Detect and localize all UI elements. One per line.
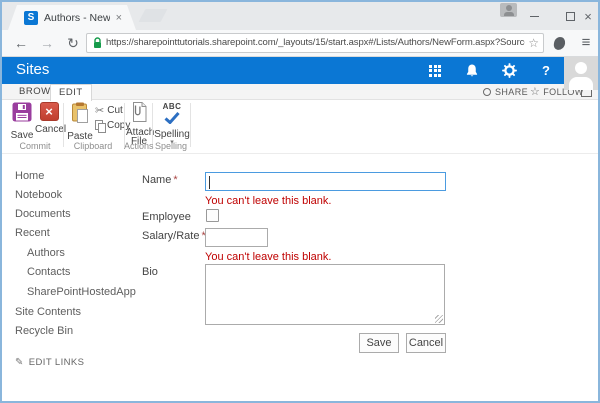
- spelling-check-icon: [164, 112, 180, 124]
- sidebar-item-recent[interactable]: Recent: [15, 227, 50, 239]
- suite-bar: Sites: [2, 57, 598, 84]
- minimize-button[interactable]: [519, 2, 549, 30]
- url-input[interactable]: https://sharepointtutorials.sharepoint.c…: [86, 33, 544, 53]
- forward-button[interactable]: →: [36, 33, 58, 53]
- edit-links-button[interactable]: ✎ EDIT LINKS: [15, 357, 84, 368]
- name-input[interactable]: [205, 172, 446, 191]
- notifications-button[interactable]: [456, 57, 488, 84]
- browser-tab[interactable]: S Authors - New Item ×: [8, 5, 136, 30]
- bio-textarea[interactable]: [205, 264, 445, 325]
- ribbon-paste-button[interactable]: Paste: [66, 102, 94, 142]
- copy-pages-icon: [95, 120, 104, 131]
- name-error-message: You can't leave this blank.: [205, 195, 331, 207]
- reload-button[interactable]: ↻: [62, 33, 84, 53]
- page-content: Home Notebook Documents Recent Authors C…: [2, 154, 598, 401]
- sidebar-item-site-contents[interactable]: Site Contents: [15, 306, 81, 318]
- follow-star-icon: ☆: [530, 87, 540, 97]
- employee-checkbox[interactable]: [206, 209, 219, 222]
- browser-titlebar: S Authors - New Item × ×: [2, 2, 598, 30]
- share-label: SHARE: [495, 84, 528, 100]
- cut-label: Cut: [107, 105, 123, 116]
- tab-edit[interactable]: EDIT: [50, 84, 92, 101]
- ribbon-save-button[interactable]: Save: [8, 102, 36, 141]
- group-divider: [190, 103, 191, 147]
- group-label-spelling: Spelling: [152, 141, 190, 151]
- browser-profile-button[interactable]: [500, 3, 517, 17]
- person-icon: [575, 62, 587, 74]
- salary-error-message: You can't leave this blank.: [205, 251, 331, 263]
- sidebar-item-sharepointhostedapp[interactable]: SharePointHostedApp: [27, 286, 136, 298]
- ribbon-spelling-button[interactable]: ABC Spelling ▾: [154, 102, 190, 146]
- browser-window: S Authors - New Item × × ← → ↻ https://s…: [0, 0, 600, 403]
- sidebar-item-contacts[interactable]: Contacts: [27, 266, 70, 278]
- ribbon-cut-button[interactable]: ✂ Cut: [95, 104, 123, 117]
- edit-links-label: EDIT LINKS: [29, 357, 85, 368]
- spelling-abc-icon: ABC: [154, 102, 190, 111]
- ribbon-cancel-button[interactable]: × Cancel: [35, 102, 63, 135]
- minimize-icon: [530, 16, 539, 17]
- ribbon-attach-file-button[interactable]: Attach File: [126, 102, 152, 146]
- salary-field-label: Salary/Rate*: [142, 230, 206, 242]
- sidebar-item-documents[interactable]: Documents: [15, 208, 71, 220]
- share-button[interactable]: SHARE: [483, 84, 528, 100]
- textarea-resize-handle[interactable]: [435, 315, 443, 323]
- ribbon: Save × Cancel Paste ✂ Cut Copy: [2, 100, 598, 154]
- new-tab-button[interactable]: [139, 9, 168, 22]
- group-label-commit: Commit: [8, 141, 62, 151]
- sidebar-item-notebook[interactable]: Notebook: [15, 189, 62, 201]
- bookmark-star-icon[interactable]: ☆: [528, 36, 539, 50]
- close-button[interactable]: ×: [573, 2, 600, 30]
- back-button[interactable]: ←: [10, 33, 32, 53]
- name-field-label: Name*: [142, 174, 178, 186]
- employee-field-label: Employee: [142, 211, 191, 223]
- app-grid-icon: [429, 65, 441, 77]
- gear-icon: [502, 63, 517, 78]
- required-marker: *: [173, 174, 177, 186]
- tab-title: Authors - New Item: [44, 12, 110, 24]
- sidebar-item-recycle-bin[interactable]: Recycle Bin: [15, 325, 73, 337]
- bell-icon: [465, 63, 479, 78]
- share-icon: [483, 88, 491, 96]
- browser-menu-button[interactable]: ≡: [577, 33, 595, 53]
- app-launcher-button[interactable]: [419, 57, 451, 84]
- url-text: https://sharepointtutorials.sharepoint.c…: [106, 34, 525, 52]
- reload-icon: ↻: [67, 35, 79, 51]
- extension-icon[interactable]: [553, 36, 566, 50]
- form-cancel-button[interactable]: Cancel: [406, 333, 446, 353]
- sidebar-item-authors[interactable]: Authors: [27, 247, 65, 259]
- attach-file-icon: [131, 102, 147, 122]
- save-floppy-icon: [12, 102, 32, 122]
- group-label-clipboard: Clipboard: [64, 141, 122, 151]
- cancel-label: Cancel: [35, 124, 63, 135]
- text-caret: [209, 176, 210, 189]
- group-label-actions: Actions: [124, 141, 152, 151]
- hamburger-icon: ≡: [582, 34, 591, 51]
- profile-person-icon: [504, 12, 514, 16]
- user-avatar[interactable]: [564, 57, 598, 90]
- help-icon: ?: [542, 63, 550, 78]
- pencil-icon: ✎: [15, 357, 24, 368]
- profile-person-icon: [506, 5, 512, 11]
- ribbon-tab-row: BROWSE EDIT SHARE ☆ FOLLOW: [2, 84, 598, 100]
- sidebar-item-home[interactable]: Home: [15, 170, 44, 182]
- paste-clipboard-icon: [71, 102, 89, 123]
- forward-icon: →: [40, 35, 54, 51]
- salary-input[interactable]: [205, 228, 268, 247]
- bio-field-label: Bio: [142, 266, 158, 278]
- settings-button[interactable]: [493, 57, 525, 84]
- back-icon: ←: [14, 35, 28, 51]
- browser-addressbar: ← → ↻ https://sharepointtutorials.sharep…: [2, 30, 598, 57]
- person-icon: [569, 77, 593, 90]
- form-save-button[interactable]: Save: [359, 333, 399, 353]
- close-icon: ×: [584, 10, 592, 23]
- save-label: Save: [8, 130, 36, 141]
- secure-lock-icon: [93, 37, 102, 49]
- cut-scissors-icon: ✂: [95, 104, 104, 117]
- cancel-x-icon: ×: [40, 102, 59, 121]
- help-button[interactable]: ?: [530, 57, 562, 84]
- site-title: Sites: [16, 61, 49, 78]
- tab-close-icon[interactable]: ×: [116, 13, 122, 23]
- sharepoint-favicon-icon: S: [24, 11, 38, 25]
